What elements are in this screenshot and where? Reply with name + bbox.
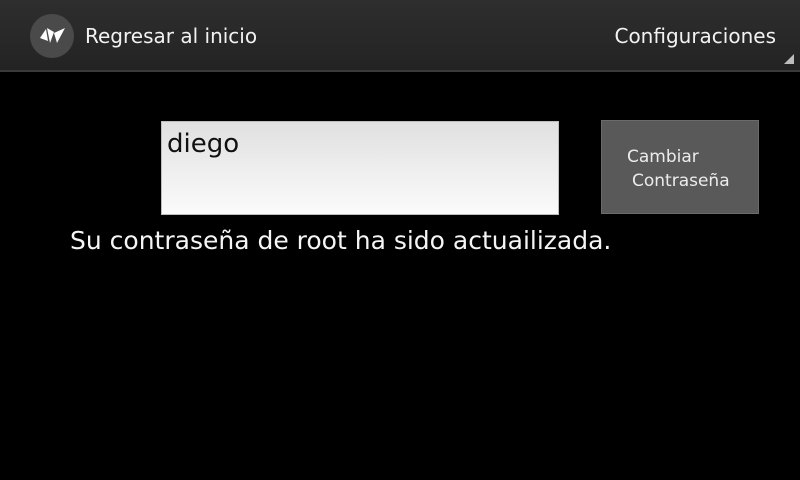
password-input[interactable]: diego xyxy=(161,121,559,215)
settings-menu[interactable]: Configuraciones xyxy=(600,0,800,70)
action-bar: Regresar al inicio Configuraciones xyxy=(0,0,800,72)
settings-label[interactable]: Configuraciones xyxy=(614,22,776,50)
kivy-logo-icon[interactable] xyxy=(30,14,74,58)
home-link[interactable]: Regresar al inicio xyxy=(85,22,257,50)
change-password-button-line1: Cambiar xyxy=(627,147,699,167)
status-message: Su contraseña de root ha sido actuailiza… xyxy=(70,226,612,255)
change-password-button[interactable]: Cambiar Contraseña xyxy=(601,120,759,214)
change-password-button-line2: Contraseña xyxy=(632,171,730,191)
dropdown-corner-icon xyxy=(784,54,794,64)
